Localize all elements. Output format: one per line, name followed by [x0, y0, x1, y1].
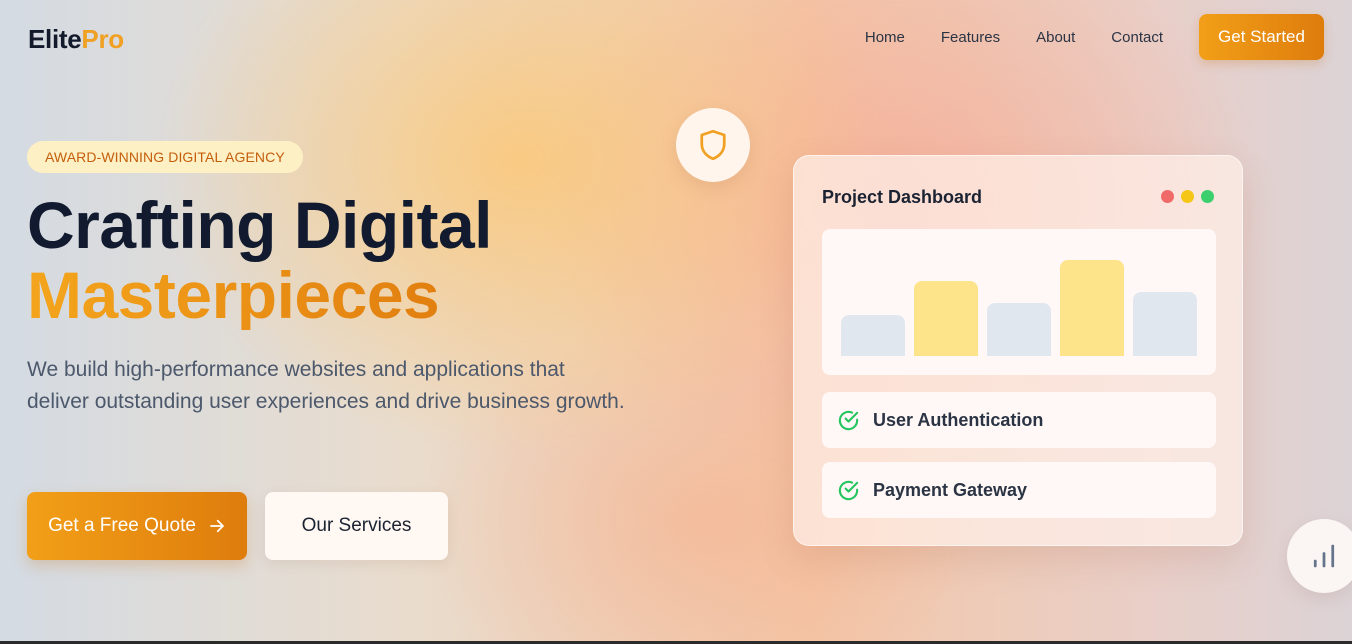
nav-link-contact[interactable]: Contact: [1111, 29, 1163, 46]
dashboard-bar-chart: [822, 229, 1216, 375]
hero-title: Crafting Digital Masterpieces: [27, 188, 493, 330]
logo[interactable]: ElitePro: [28, 24, 124, 55]
hero-description: We build high-performance websites and a…: [27, 358, 625, 413]
free-quote-button[interactable]: Get a Free Quote: [27, 492, 247, 560]
logo-accent: Pro: [81, 24, 124, 54]
nav-link-about[interactable]: About: [1036, 29, 1075, 46]
window-dot-yellow: [1181, 190, 1194, 203]
shield-badge: [676, 108, 750, 182]
task-item-payment-gateway: Payment Gateway: [822, 462, 1216, 518]
task-label: Payment Gateway: [873, 479, 1028, 500]
chart-bar: [1133, 292, 1197, 356]
window-dot-green: [1201, 190, 1214, 203]
chart-bar: [987, 303, 1051, 356]
dashboard-title: Project Dashboard: [822, 187, 983, 207]
project-dashboard-card: Project Dashboard User Authentication Pa…: [793, 155, 1243, 546]
chart-bar: [914, 281, 978, 356]
task-label: User Authentication: [873, 409, 1044, 430]
window-controls: [1161, 190, 1214, 203]
free-quote-label: Get a Free Quote: [48, 515, 196, 536]
task-item-user-authentication: User Authentication: [822, 392, 1216, 448]
logo-main: Elite: [28, 24, 82, 54]
award-badge: AWARD-WINNING DIGITAL AGENCY: [27, 141, 303, 173]
check-circle-icon: [838, 410, 859, 430]
nav-link-features[interactable]: Features: [941, 29, 1000, 46]
nav-link-home[interactable]: Home: [865, 29, 905, 46]
arrow-right-icon: [210, 519, 224, 533]
chart-bar: [1060, 260, 1124, 356]
check-circle-icon: [838, 480, 859, 500]
chart-bar: [841, 315, 905, 356]
our-services-button[interactable]: Our Services: [265, 492, 448, 560]
analytics-badge[interactable]: [1287, 519, 1352, 593]
main-nav: Home Features About Contact Get Started: [865, 14, 1324, 60]
shield-icon: [700, 129, 726, 161]
bar-chart-icon: [1313, 544, 1335, 568]
hero-title-line1: Crafting Digital: [27, 188, 493, 262]
get-started-button[interactable]: Get Started: [1199, 14, 1324, 60]
hero-title-line2: Masterpieces: [27, 260, 492, 330]
window-dot-red: [1161, 190, 1174, 203]
